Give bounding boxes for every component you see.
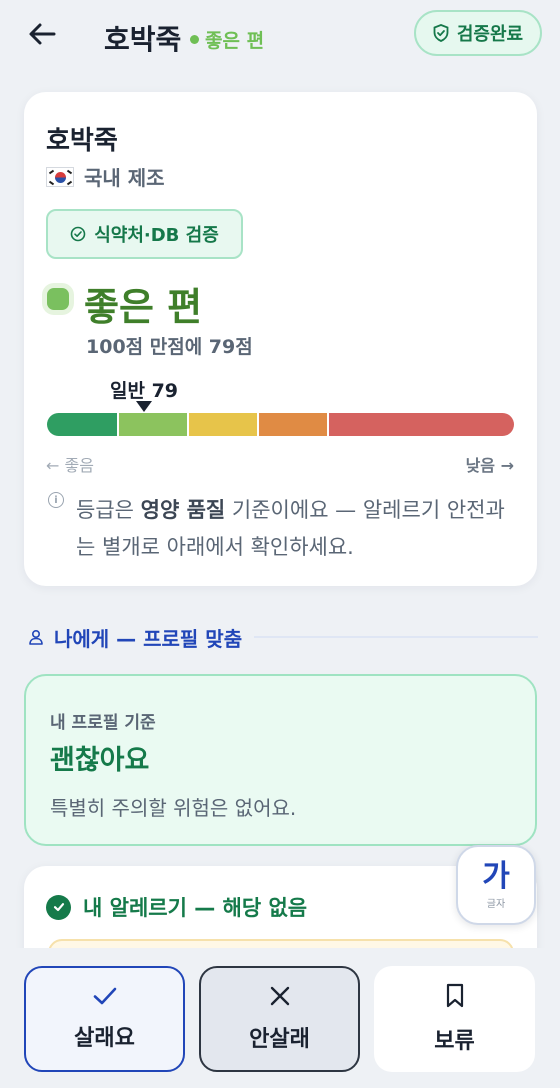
note-emphasis: 영양 품질	[140, 498, 226, 522]
grade-label: 좋은 편	[84, 285, 203, 329]
info-icon: i	[48, 492, 64, 508]
profile-card: 내 프로필 기준 괜찮아요 특별히 주의할 위험은 없어요.	[24, 674, 537, 846]
db-verified-badge: 식약처·DB 검증	[46, 209, 243, 259]
buy-label: 살래요	[74, 1026, 135, 1051]
grade-indicator-dot	[47, 288, 69, 310]
buy-button[interactable]: 살래요	[24, 966, 185, 1072]
grade-segment-1	[47, 413, 117, 436]
section-title: 나에게 — 프로필 맞춤	[54, 626, 243, 651]
grade-segment-4	[257, 413, 327, 436]
hold-label: 보류	[434, 1029, 475, 1054]
score-text: 100점 만점에 79점	[86, 336, 253, 358]
close-icon	[270, 986, 289, 1006]
back-button[interactable]	[22, 16, 62, 52]
grade-dot-icon	[190, 35, 199, 44]
app-header: 호박죽 좋은 편 검증완료	[0, 0, 560, 72]
profile-verdict: 괜찮아요	[50, 745, 150, 776]
scale-right-label: 낮음 →	[465, 456, 514, 475]
no-buy-button[interactable]: 안살래	[199, 966, 360, 1072]
bottom-action-bar: 살래요 안살래 보류	[0, 948, 560, 1088]
grade-scale-bar	[47, 413, 514, 436]
scale-left-label: ← 좋음	[46, 456, 94, 475]
font-size-button[interactable]: 가 글자	[456, 845, 536, 925]
header-grade: 좋은 편	[190, 26, 264, 53]
header-grade-label: 좋은 편	[205, 30, 265, 52]
grade-segment-3	[187, 413, 257, 436]
summary-card: 호박죽 국내 제조 식약처·DB 검증 좋은 편 100점 만점에 79점 일반…	[24, 92, 537, 586]
verified-label: 검증완료	[456, 24, 524, 45]
profile-section-header: 나에게 — 프로필 맞춤	[28, 622, 538, 652]
origin-label: 국내 제조	[84, 166, 165, 190]
bookmark-icon	[446, 983, 463, 1008]
grade-note: 등급은 영양 품질 기준이에요 — 알레르기 안전과는 별개로 아래에서 확인하…	[76, 498, 505, 559]
allergy-title: 내 알레르기 — 해당 없음	[83, 896, 308, 920]
arrow-left-icon	[29, 23, 56, 45]
page-title: 호박죽	[104, 23, 182, 56]
section-divider	[254, 636, 538, 638]
font-size-glyph: 가	[482, 858, 510, 894]
verified-badge[interactable]: 검증완료	[414, 10, 542, 56]
score-marker-label: 일반 79	[110, 380, 179, 402]
person-icon	[29, 629, 43, 645]
shield-check-icon	[433, 24, 449, 42]
checkmark-icon	[93, 987, 116, 1005]
check-circle-icon	[70, 226, 86, 242]
profile-kicker: 내 프로필 기준	[50, 713, 156, 733]
origin-row: 국내 제조	[46, 162, 165, 191]
allergy-header: 내 알레르기 — 해당 없음	[46, 892, 307, 922]
profile-description: 특별히 주의할 위험은 없어요.	[50, 796, 297, 820]
grade-segment-5	[327, 413, 514, 436]
font-size-caption: 글자	[486, 898, 506, 910]
score-marker-arrow	[136, 401, 152, 412]
product-name: 호박죽	[46, 126, 118, 156]
grade-segment-2	[117, 413, 187, 436]
db-badge-label: 식약처·DB 검증	[94, 225, 219, 246]
check-circle-filled-icon	[46, 894, 71, 920]
korea-flag-icon	[46, 166, 74, 187]
hold-button[interactable]: 보류	[374, 966, 535, 1072]
no-buy-label: 안살래	[249, 1027, 310, 1052]
